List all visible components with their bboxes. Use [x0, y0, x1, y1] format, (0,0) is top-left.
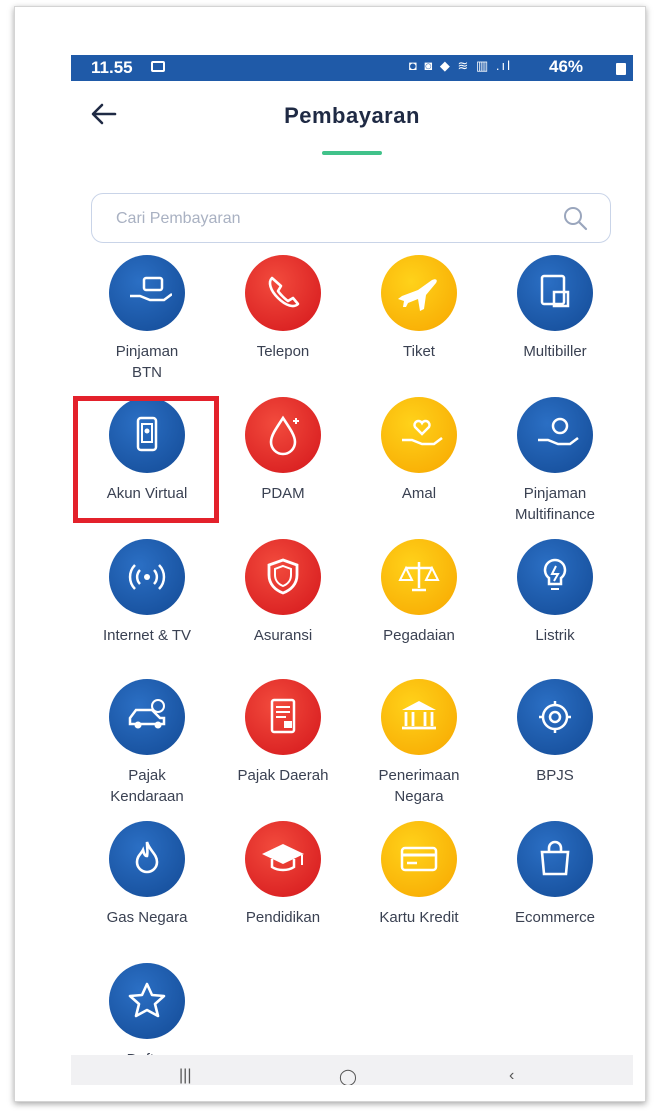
title-underline: [322, 151, 382, 155]
menu-item-label: PDAM: [261, 485, 305, 502]
car-icon: [128, 699, 166, 729]
search-icon[interactable]: [562, 205, 588, 231]
menu-item-label: BPJS: [536, 767, 574, 784]
menu-item-internet-tv[interactable]: Internet & TV: [79, 539, 215, 646]
menu-item-label: Amal: [401, 485, 437, 502]
menu-item-label: Multibiller: [523, 343, 587, 360]
phone-screen: 11.55 ◘ ◙ ◆ ≋ ▥ .ıl 46% Pembayaran Pinja…: [71, 55, 633, 1085]
menu-item-circle[interactable]: [245, 821, 321, 897]
menu-item-circle[interactable]: [109, 679, 185, 755]
menu-item-label: Telepon: [256, 343, 310, 360]
bpjs-icon: [539, 701, 571, 733]
water-drop-icon: [269, 415, 299, 456]
hand-coin-icon: [538, 417, 579, 446]
menu-item-telepon[interactable]: Telepon: [215, 255, 351, 362]
receipt-icon: [540, 274, 570, 308]
menu-item-label: Listrik: [535, 627, 575, 644]
phone-icon: [268, 276, 300, 308]
menu-item-pegadaian[interactable]: Pegadaian: [351, 539, 487, 646]
flame-icon: [135, 841, 159, 874]
menu-item-penerimaan-negara[interactable]: Penerimaan Negara: [351, 679, 487, 807]
status-icons: ◘ ◙ ◆ ≋ ▥ .ıl: [409, 58, 513, 73]
system-nav-bar: ||| ◯ ‹: [71, 1055, 633, 1085]
home-icon[interactable]: ◯: [339, 1067, 357, 1085]
shopping-bag-icon: [540, 840, 570, 876]
menu-item-circle[interactable]: [245, 397, 321, 473]
government-building-icon: [402, 701, 436, 730]
screenshot-frame: 11.55 ◘ ◙ ◆ ≋ ▥ .ıl 46% Pembayaran Pinja…: [14, 6, 646, 1102]
menu-item-pajak-daerah[interactable]: Pajak Daerah: [215, 679, 351, 786]
status-bar: 11.55 ◘ ◙ ◆ ≋ ▥ .ıl 46%: [71, 55, 633, 81]
menu-item-label: Kartu Kredit: [379, 909, 459, 926]
highlight-box: [73, 396, 219, 523]
menu-item-circle[interactable]: [517, 255, 593, 331]
battery-icon: [616, 63, 626, 75]
menu-item-circle[interactable]: [517, 679, 593, 755]
star-icon: [128, 982, 166, 1018]
menu-item-label: Penerimaan Negara: [378, 767, 460, 805]
status-time: 11.55: [91, 58, 133, 77]
recent-apps-icon[interactable]: |||: [179, 1067, 191, 1085]
menu-item-multibiller[interactable]: Multibiller: [487, 255, 623, 362]
menu-item-gas-negara[interactable]: Gas Negara: [79, 821, 215, 928]
menu-item-listrik[interactable]: Listrik: [487, 539, 623, 646]
menu-item-circle[interactable]: [517, 539, 593, 615]
menu-item-circle[interactable]: [109, 539, 185, 615]
menu-item-circle[interactable]: [245, 679, 321, 755]
battery-percent: 46%: [549, 57, 584, 76]
menu-item-circle[interactable]: [381, 821, 457, 897]
menu-item-pendidikan[interactable]: Pendidikan: [215, 821, 351, 928]
hand-heart-icon: [402, 419, 443, 446]
menu-item-pinjaman-multifinance[interactable]: Pinjaman Multifinance: [487, 397, 623, 525]
menu-item-label: Pajak Daerah: [237, 767, 329, 784]
menu-item-circle[interactable]: [109, 821, 185, 897]
tax-document-icon: [270, 698, 296, 734]
gallery-notification-icon: [151, 61, 165, 72]
menu-item-label: Asuransi: [253, 627, 313, 644]
lightbulb-icon: [543, 558, 567, 590]
menu-item-circle[interactable]: [517, 397, 593, 473]
menu-item-circle[interactable]: [381, 397, 457, 473]
scale-icon: [398, 562, 440, 592]
menu-item-bpjs[interactable]: BPJS: [487, 679, 623, 786]
menu-item-label: Pajak Kendaraan: [110, 767, 184, 805]
menu-item-label: Tiket: [403, 343, 435, 360]
menu-item-tiket[interactable]: Tiket: [351, 255, 487, 362]
broadcast-icon: [128, 564, 166, 590]
search-input[interactable]: [114, 206, 538, 232]
menu-item-amal[interactable]: Amal: [351, 397, 487, 504]
menu-item-ecommerce[interactable]: Ecommerce: [487, 821, 623, 928]
menu-item-kartu-kredit[interactable]: Kartu Kredit: [351, 821, 487, 928]
menu-item-label: Gas Negara: [106, 909, 188, 926]
menu-item-asuransi[interactable]: Asuransi: [215, 539, 351, 646]
menu-item-pinjaman-btn[interactable]: Pinjaman BTN: [79, 255, 215, 383]
menu-item-label: Pinjaman BTN: [115, 343, 179, 381]
graduation-cap-icon: [262, 844, 304, 872]
credit-card-icon: [400, 846, 438, 872]
menu-item-circle[interactable]: [245, 539, 321, 615]
menu-item-circle[interactable]: [109, 255, 185, 331]
shield-icon: [267, 558, 299, 595]
menu-item-label: Pegadaian: [383, 627, 455, 644]
menu-item-label: Pendidikan: [245, 909, 321, 926]
menu-item-pajak-kendaraan[interactable]: Pajak Kendaraan: [79, 679, 215, 807]
menu-item-circle[interactable]: [381, 255, 457, 331]
menu-item-label: Internet & TV: [102, 627, 192, 644]
menu-item-label: Pinjaman Multifinance: [514, 485, 596, 523]
search-bar[interactable]: [91, 193, 611, 243]
menu-item-pdam[interactable]: PDAM: [215, 397, 351, 504]
menu-item-circle[interactable]: [381, 679, 457, 755]
back-nav-icon[interactable]: ‹: [509, 1067, 514, 1085]
page-header: Pembayaran: [71, 81, 633, 161]
menu-item-circle[interactable]: [245, 255, 321, 331]
menu-item-circle[interactable]: [517, 821, 593, 897]
menu-item-circle[interactable]: [381, 539, 457, 615]
menu-item-circle[interactable]: [109, 963, 185, 1039]
airplane-icon: [398, 279, 437, 311]
menu-item-label: Ecommerce: [514, 909, 596, 926]
page-title: Pembayaran: [284, 103, 420, 128]
hand-card-icon: [130, 276, 172, 302]
